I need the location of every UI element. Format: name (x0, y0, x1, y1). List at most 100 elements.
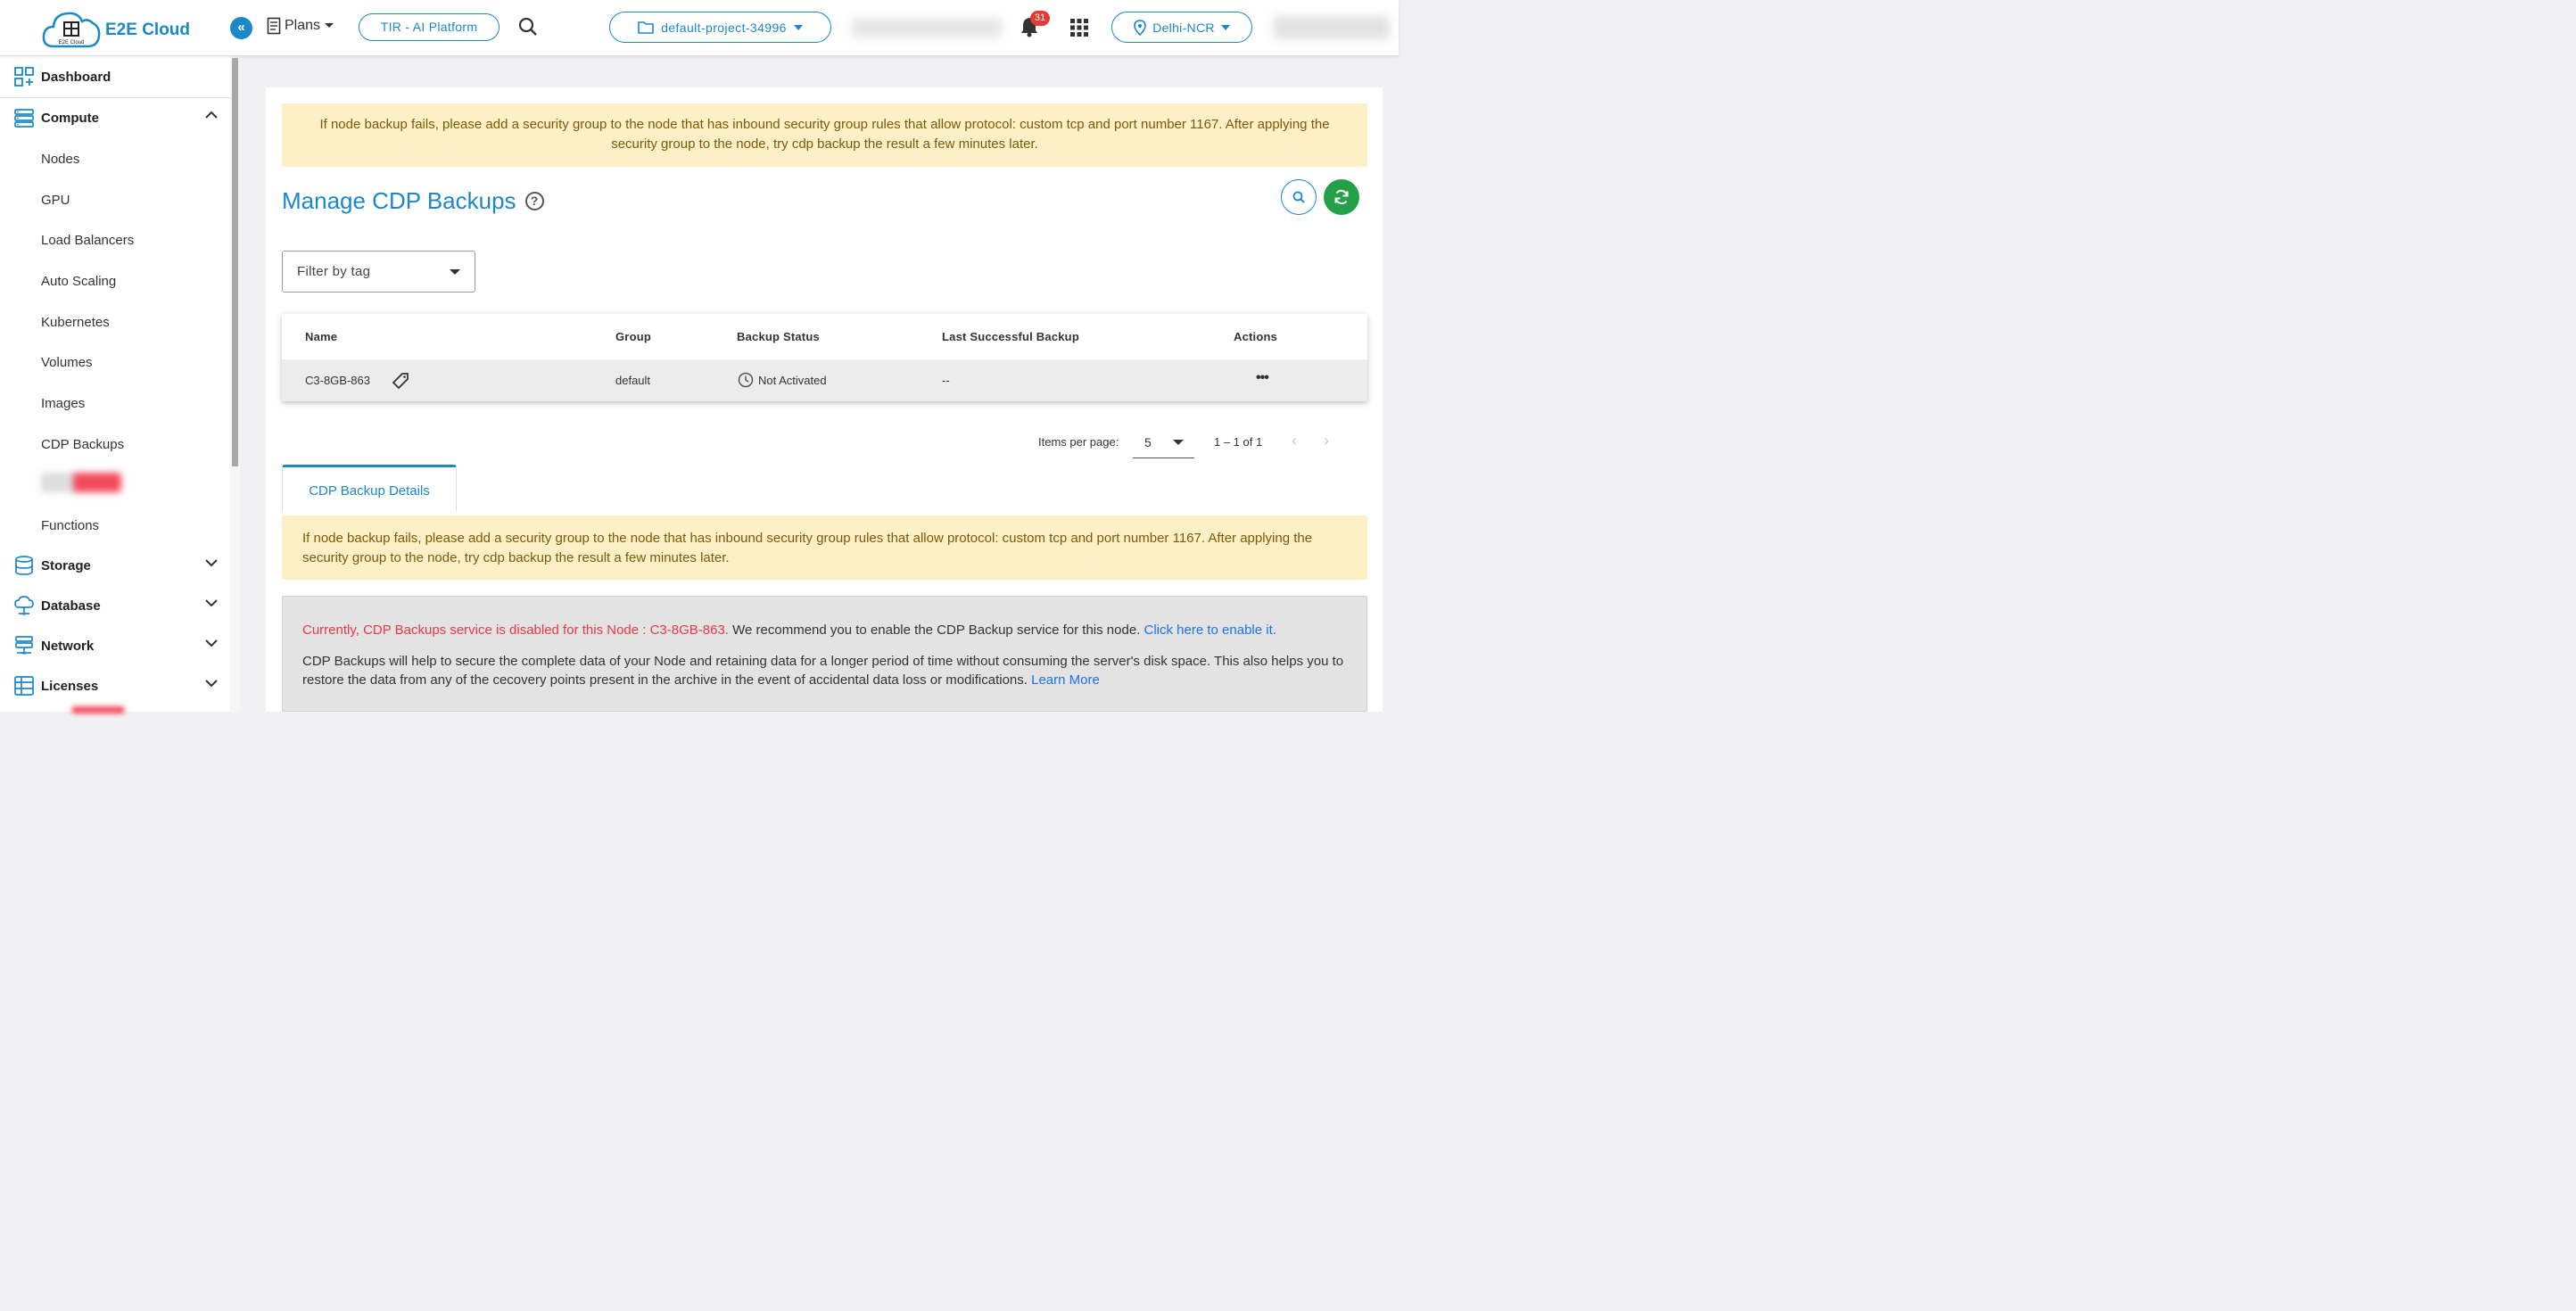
sidebar-item-label: CDP Backups (41, 436, 125, 452)
sidebar-item-cdp-backups[interactable]: CDP Backups (0, 425, 230, 464)
page-range: 1 – 1 of 1 (1214, 435, 1263, 449)
chevron-up-icon[interactable] (205, 111, 218, 120)
licenses-icon (14, 676, 34, 696)
sidebar-item-label: Images (41, 395, 86, 411)
region-selector[interactable]: Delhi-NCR (1111, 12, 1252, 43)
logo[interactable]: E2E Cloud E2E Cloud (41, 7, 190, 48)
page-title-text: Manage CDP Backups (282, 187, 516, 214)
table-row[interactable]: C3-8GB-863 default Not Activated -- ••• (282, 359, 1367, 401)
sidebar-item-label: Compute (41, 110, 99, 126)
sidebar-item-functions[interactable]: Functions (0, 506, 230, 545)
search-button[interactable] (1281, 179, 1317, 215)
sidebar-item-label: Volumes (41, 354, 93, 370)
refresh-button[interactable] (1324, 179, 1359, 215)
column-header-name[interactable]: Name (305, 330, 337, 343)
filter-by-tag-select[interactable]: Filter by tag (282, 251, 475, 293)
edit-tag-icon[interactable] (391, 371, 410, 391)
sidebar-item-label: Storage (41, 557, 91, 573)
sidebar-scrollbar[interactable] (232, 58, 238, 466)
top-header: E2E Cloud E2E Cloud « Plans TIR - AI Pla… (0, 0, 1399, 56)
sidebar-item-volumes[interactable]: Volumes (0, 342, 230, 382)
column-header-last-backup[interactable]: Last Successful Backup (942, 330, 1079, 343)
column-header-backup-status[interactable]: Backup Status (737, 330, 820, 343)
chevron-down-icon[interactable] (205, 598, 218, 607)
plans-icon (267, 17, 281, 35)
backups-table: Name Group Backup Status Last Successful… (282, 314, 1367, 401)
svg-text:E2E Cloud: E2E Cloud (59, 40, 85, 45)
row-name[interactable]: C3-8GB-863 (305, 374, 370, 387)
row-last-backup: -- (942, 374, 950, 387)
caret-down-icon (450, 269, 460, 275)
notification-badge: 31 (1030, 11, 1050, 26)
previous-page-icon[interactable]: ‹ (1292, 432, 1297, 450)
row-group: default (615, 374, 651, 387)
region-label: Delhi-NCR (1152, 20, 1215, 35)
tab-cdp-backup-details[interactable]: CDP Backup Details (282, 465, 457, 511)
search-icon (1292, 191, 1305, 203)
caret-down-icon (325, 23, 334, 28)
caret-down-icon (1220, 24, 1230, 30)
caret-down-icon (793, 24, 803, 30)
sidebar-item-gpu[interactable]: GPU (0, 180, 230, 219)
sidebar-item-dashboard[interactable]: Dashboard (0, 57, 230, 96)
project-selector[interactable]: default-project-34996 (609, 12, 831, 43)
details-warning-alert: If node backup fails, please add a secur… (282, 515, 1367, 580)
disabled-text: Currently, CDP Backups service is disabl… (302, 623, 729, 638)
sidebar-item-label: Functions (41, 517, 100, 533)
sidebar-item-nodes[interactable]: Nodes (0, 139, 230, 178)
items-per-page-value: 5 (1144, 435, 1152, 449)
sidebar-item-label: Licenses (41, 678, 99, 694)
sidebar-item-label: Network (41, 638, 95, 654)
sidebar-item-database[interactable]: Database (0, 586, 230, 625)
description-text: CDP Backups will help to secure the comp… (302, 654, 1344, 688)
sidebar-item-label: Load Balancers (41, 232, 135, 248)
learn-more-link[interactable]: Learn More (1031, 672, 1100, 688)
folder-icon (638, 21, 654, 34)
next-page-icon[interactable]: › (1324, 432, 1329, 450)
chevron-down-icon[interactable] (205, 679, 218, 688)
caret-down-icon (1173, 440, 1184, 445)
help-icon[interactable]: ? (524, 192, 544, 210)
sidebar-item-kubernetes[interactable]: Kubernetes (0, 302, 230, 342)
items-per-page-select[interactable]: 5 (1133, 428, 1194, 458)
disabled-message: Currently, CDP Backups service is disabl… (302, 621, 1347, 639)
chevron-down-icon[interactable] (205, 639, 218, 647)
project-label: default-project-34996 (661, 20, 787, 35)
sidebar-item-label: Kubernetes (41, 314, 110, 330)
sidebar-item-auto-scaling[interactable]: Auto Scaling (0, 261, 230, 301)
column-header-actions: Actions (1234, 330, 1278, 343)
apps-grid-icon[interactable] (1070, 19, 1088, 41)
sidebar-item-compute[interactable]: Compute (0, 98, 230, 137)
sidebar-item-load-balancers[interactable]: Load Balancers (0, 220, 230, 260)
sidebar-item-network[interactable]: Network (0, 626, 230, 665)
sidebar-item-label: GPU (41, 192, 70, 208)
search-icon[interactable] (518, 17, 538, 41)
refresh-icon (1334, 189, 1349, 205)
sidebar-item-licenses[interactable]: Licenses (0, 666, 230, 705)
location-pin-icon (1134, 19, 1146, 36)
row-backup-status: Not Activated (758, 374, 827, 387)
collapse-sidebar-button[interactable]: « (230, 17, 252, 39)
sidebar-item-storage[interactable]: Storage (0, 546, 230, 585)
filter-placeholder: Filter by tag (297, 264, 371, 279)
cloud-database-icon (14, 596, 34, 615)
blurred-sidebar-item[interactable] (41, 473, 121, 492)
blurred-user-menu[interactable] (1274, 16, 1390, 39)
sidebar-item-label: Database (41, 598, 101, 614)
column-header-group[interactable]: Group (615, 330, 651, 343)
sidebar-item-label: Auto Scaling (41, 273, 117, 289)
logo-text: E2E Cloud (105, 21, 191, 39)
dashboard-icon (14, 67, 34, 87)
plans-menu[interactable]: Plans (267, 17, 334, 35)
more-actions-icon[interactable]: ••• (1256, 370, 1269, 386)
enable-link[interactable]: Click here to enable it. (1144, 623, 1276, 638)
plans-label: Plans (285, 18, 321, 33)
server-icon (14, 109, 34, 128)
chevron-down-icon[interactable] (205, 558, 218, 567)
tir-platform-button[interactable]: TIR - AI Platform (359, 13, 500, 41)
cdp-info-box: Currently, CDP Backups service is disabl… (282, 596, 1367, 712)
clock-icon (738, 372, 754, 388)
network-icon (15, 636, 33, 655)
sidebar-item-images[interactable]: Images (0, 383, 230, 423)
sidebar-item-label: Nodes (41, 151, 80, 167)
